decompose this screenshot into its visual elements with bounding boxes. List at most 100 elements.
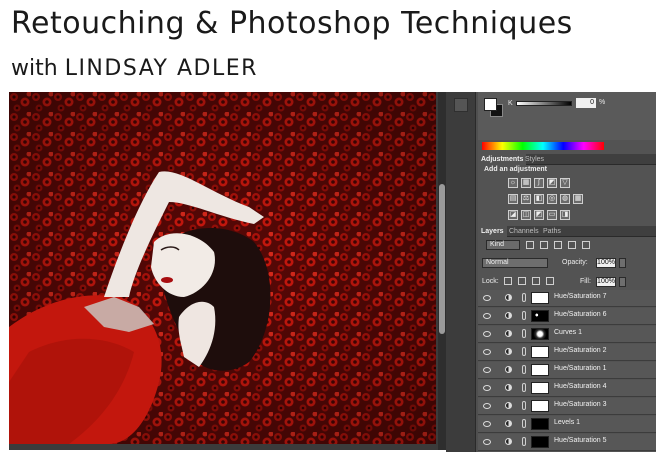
document-canvas[interactable] [9, 92, 446, 450]
channel-mixer-icon[interactable]: ◍ [560, 194, 570, 204]
link-chain-icon[interactable] [522, 365, 526, 374]
k-channel-slider[interactable] [516, 101, 572, 106]
visibility-eye-icon[interactable] [483, 295, 491, 301]
layer-row[interactable]: Hue/Saturation 1 [478, 362, 656, 379]
posterize-icon[interactable]: ◫ [521, 210, 531, 220]
tab-channels[interactable]: Channels [506, 226, 542, 237]
smart-object-filter-icon[interactable] [582, 241, 590, 249]
layers-tabbar: Layers Channels Paths [478, 226, 656, 237]
invert-icon[interactable]: ◪ [508, 210, 518, 220]
canvas-scroll-thumb[interactable] [439, 184, 445, 334]
link-chain-icon[interactable] [522, 383, 526, 392]
tab-paths[interactable]: Paths [540, 226, 564, 237]
selective-color-icon[interactable]: ◨ [560, 210, 570, 220]
layer-row[interactable]: Curves 1 [478, 326, 656, 343]
k-unit-label: % [599, 99, 606, 106]
layer-mask-thumbnail[interactable] [531, 418, 549, 430]
layer-row[interactable]: Hue/Saturation 4 [478, 380, 656, 397]
link-chain-icon[interactable] [522, 311, 526, 320]
canvas-scrollbar[interactable] [438, 92, 446, 450]
lock-transparent-icon[interactable] [504, 277, 512, 285]
adjustment-layer-icon [505, 420, 512, 427]
gradient-map-icon[interactable]: ▭ [547, 210, 557, 220]
tab-styles[interactable]: Styles [522, 154, 547, 165]
color-balance-icon[interactable]: ⚖ [521, 194, 531, 204]
link-chain-icon[interactable] [522, 293, 526, 302]
opacity-dropdown[interactable] [619, 258, 626, 268]
color-lookup-icon[interactable]: ▦ [573, 194, 583, 204]
layer-mask-thumbnail[interactable] [531, 346, 549, 358]
link-chain-icon[interactable] [522, 401, 526, 410]
course-title: Retouching & Photoshop Techniques [11, 6, 573, 41]
pixel-filter-icon[interactable] [526, 241, 534, 249]
layer-mask-thumbnail[interactable] [531, 400, 549, 412]
foreground-color-swatch[interactable] [484, 98, 497, 111]
link-chain-icon[interactable] [522, 419, 526, 428]
layer-row[interactable]: Hue/Saturation 3 [478, 398, 656, 415]
blend-mode-select[interactable]: Normal [482, 258, 548, 268]
type-filter-icon[interactable] [554, 241, 562, 249]
tab-layers[interactable]: Layers [478, 226, 507, 237]
layer-filter-kind-select[interactable]: Kind [486, 240, 520, 250]
color-spectrum-ramp[interactable] [482, 142, 604, 150]
lock-image-icon[interactable] [518, 277, 526, 285]
threshold-icon[interactable]: ◩ [534, 210, 544, 220]
layer-mask-thumbnail[interactable] [531, 364, 549, 376]
layer-mask-thumbnail[interactable] [531, 328, 549, 340]
link-chain-icon[interactable] [522, 437, 526, 446]
visibility-eye-icon[interactable] [483, 349, 491, 355]
visibility-eye-icon[interactable] [483, 367, 491, 373]
k-value-input[interactable]: 0 [576, 98, 596, 108]
vibrance-icon[interactable]: ▽ [560, 178, 570, 188]
visibility-eye-icon[interactable] [483, 403, 491, 409]
panel-dock-strip [446, 92, 476, 452]
layer-mask-thumbnail[interactable] [531, 292, 549, 304]
exposure-icon[interactable]: ◩ [547, 178, 557, 188]
color-panel: K 0 % [478, 92, 656, 150]
subtitle-prefix: with [11, 56, 58, 81]
black-white-icon[interactable]: ◧ [534, 194, 544, 204]
adjustment-layer-icon [505, 438, 512, 445]
levels-icon[interactable]: ▦ [521, 178, 531, 188]
visibility-eye-icon[interactable] [483, 439, 491, 445]
brightness-icon[interactable]: ☼ [508, 178, 518, 188]
layer-row[interactable]: Hue/Saturation 6 [478, 308, 656, 325]
layer-row[interactable]: Hue/Saturation 2 [478, 344, 656, 361]
layer-mask-thumbnail[interactable] [531, 310, 549, 322]
layer-row[interactable]: Levels 1 [478, 416, 656, 433]
lock-all-icon[interactable] [546, 277, 554, 285]
hue-saturation-icon[interactable]: ▤ [508, 194, 518, 204]
layer-row[interactable]: Hue/Saturation 5 [478, 434, 656, 451]
curves-icon[interactable]: ∫ [534, 178, 544, 188]
lock-position-icon[interactable] [532, 277, 540, 285]
layer-name: Hue/Saturation 4 [554, 383, 607, 390]
course-subtitle: with LINDSAY ADLER [11, 56, 258, 81]
visibility-eye-icon[interactable] [483, 421, 491, 427]
fill-input[interactable]: 100% [596, 277, 616, 287]
shape-filter-icon[interactable] [568, 241, 576, 249]
photo-filter-icon[interactable]: ◎ [547, 194, 557, 204]
layer-name: Hue/Saturation 6 [554, 311, 607, 318]
tab-adjustments[interactable]: Adjustments [478, 154, 527, 165]
layer-name: Levels 1 [554, 419, 581, 426]
link-chain-icon[interactable] [522, 347, 526, 356]
blend-mode-value: Normal [486, 259, 509, 266]
opacity-input[interactable]: 100% [596, 258, 616, 268]
layer-mask-thumbnail[interactable] [531, 382, 549, 394]
layer-mask-thumbnail[interactable] [531, 436, 549, 448]
dock-button[interactable] [454, 98, 468, 112]
adjustment-layer-icon [505, 402, 512, 409]
fill-label: Fill: [580, 278, 591, 285]
visibility-eye-icon[interactable] [483, 313, 491, 319]
adjustment-icons-row-3: ◪ ◫ ◩ ▭ ◨ [508, 210, 570, 222]
visibility-eye-icon[interactable] [483, 385, 491, 391]
channel-label: K [508, 100, 513, 107]
adjustment-filter-icon[interactable] [540, 241, 548, 249]
fill-dropdown[interactable] [619, 277, 626, 287]
adjustment-icons-row-1: ☼ ▦ ∫ ◩ ▽ [508, 178, 570, 190]
link-chain-icon[interactable] [522, 329, 526, 338]
visibility-eye-icon[interactable] [483, 331, 491, 337]
layer-row[interactable]: Hue/Saturation 7 [478, 290, 656, 307]
layer-name: Curves 1 [554, 329, 583, 336]
photo-image [9, 92, 436, 444]
